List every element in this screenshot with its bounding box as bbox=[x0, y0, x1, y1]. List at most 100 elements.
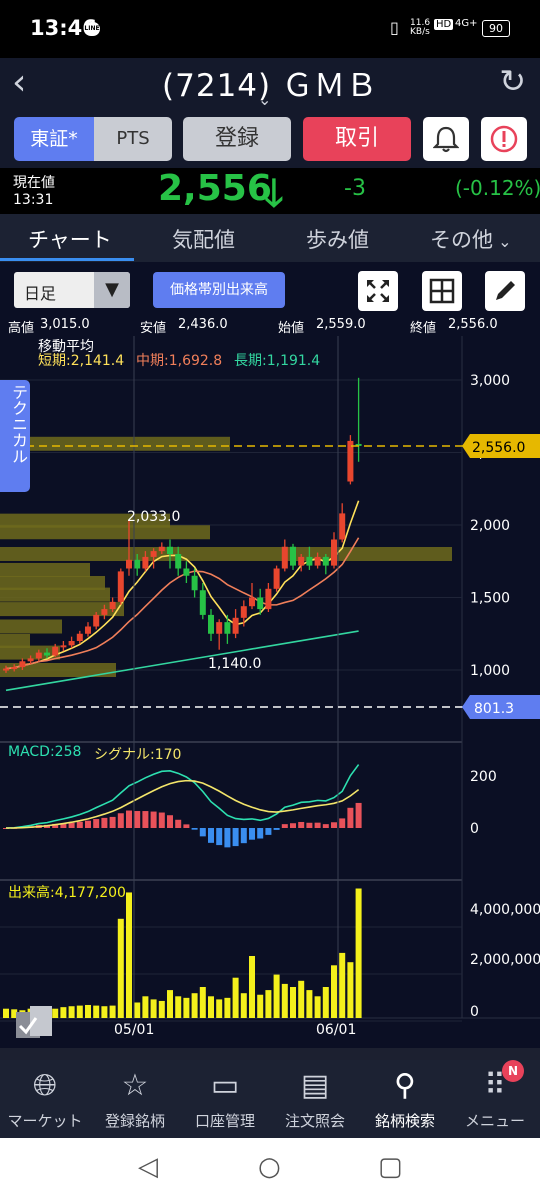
macd-histogram-bar bbox=[347, 807, 354, 828]
volume-profile-band bbox=[0, 619, 62, 634]
nav-market[interactable]: 🌐︎ マーケット bbox=[0, 1060, 90, 1138]
open-label: 始値 bbox=[278, 321, 305, 336]
volume-profile-band bbox=[0, 562, 90, 577]
macd-histogram-bar bbox=[298, 821, 305, 828]
candle-body bbox=[273, 568, 280, 589]
candle-body bbox=[35, 652, 42, 659]
trade-button[interactable]: 取引 bbox=[303, 117, 411, 161]
grid-icon bbox=[429, 278, 455, 304]
technical-side-tab-label: テクニカル bbox=[9, 384, 28, 464]
back-nav-icon[interactable]: ◁ bbox=[138, 1152, 158, 1182]
high-label: 高値 bbox=[8, 321, 35, 336]
volume-bar bbox=[93, 1005, 100, 1018]
candle-body bbox=[134, 559, 141, 569]
current-price-tag-text: 2,556.0 bbox=[472, 440, 525, 456]
volume-bar bbox=[273, 974, 280, 1018]
open-value: 2,559.0 bbox=[316, 317, 366, 332]
nav-orders[interactable]: ▤ 注文照会 bbox=[270, 1060, 360, 1138]
price-tick-label: 1,500 bbox=[470, 591, 510, 607]
dots-grid-icon: ⠿ bbox=[484, 1068, 506, 1103]
system-nav: ◁ ○ ▢ bbox=[0, 1138, 540, 1200]
volume-bar bbox=[191, 993, 198, 1018]
volume-bar bbox=[257, 994, 264, 1018]
nav-watchlist[interactable]: ☆ 登録銘柄 bbox=[90, 1060, 180, 1138]
candle-body bbox=[347, 440, 354, 482]
volume-bar bbox=[240, 993, 247, 1018]
volume-tick-label: 2,000,000 bbox=[470, 952, 540, 968]
macd-histogram-bar bbox=[265, 828, 272, 835]
annotation-low: 1,140.0 bbox=[208, 656, 262, 672]
tab-ayumi[interactable]: 歩み値 bbox=[306, 224, 369, 254]
tab-kehai[interactable]: 気配値 bbox=[172, 224, 235, 254]
chevron-down-icon[interactable]: ⌄ bbox=[258, 90, 271, 109]
macd-histogram-bar bbox=[339, 818, 346, 828]
candle-body bbox=[101, 609, 108, 615]
caret-down-icon: ▼ bbox=[94, 272, 130, 308]
macd-histogram-bar bbox=[232, 828, 239, 847]
candle-body bbox=[44, 652, 50, 656]
tab-other[interactable]: その他 ⌄ bbox=[430, 224, 512, 254]
search-icon: ⚲ bbox=[394, 1068, 416, 1103]
volume-bar bbox=[68, 1006, 75, 1018]
close-value: 2,556.0 bbox=[448, 317, 498, 332]
candle-body bbox=[191, 575, 198, 591]
status-bar: 13:46 LINE ▯ 11.6 KB/s HD 4G+ 90 bbox=[0, 0, 540, 58]
pts-button[interactable]: PTS bbox=[94, 117, 172, 161]
date-label: 05/01 bbox=[114, 1022, 155, 1038]
checklist-icon[interactable] bbox=[14, 1004, 54, 1040]
draw-button[interactable] bbox=[485, 271, 525, 311]
tosho-button[interactable]: 東証* bbox=[14, 117, 94, 161]
macd-histogram-bar bbox=[142, 811, 149, 828]
macd-tick-label: 200 bbox=[470, 769, 497, 785]
candle-body bbox=[265, 588, 272, 610]
home-icon[interactable]: ○ bbox=[258, 1152, 281, 1182]
lower-tag-text: 801.3 bbox=[474, 701, 514, 717]
volume-profile-band bbox=[0, 436, 230, 451]
macd-histogram-bar bbox=[183, 824, 190, 828]
candle-body bbox=[93, 614, 100, 627]
candle-body bbox=[117, 571, 124, 602]
volume-bar bbox=[265, 990, 272, 1018]
fullscreen-button[interactable] bbox=[358, 271, 398, 311]
candle-body bbox=[290, 546, 296, 566]
technical-side-tab[interactable]: テクニカル bbox=[0, 380, 30, 492]
info-button[interactable] bbox=[481, 117, 527, 161]
volume-bar bbox=[306, 990, 313, 1018]
volume-profile-button[interactable]: 価格帯別出来高 bbox=[153, 272, 285, 308]
volume-bar bbox=[158, 1000, 165, 1018]
candle-body bbox=[3, 668, 9, 671]
volume-bar bbox=[232, 977, 239, 1018]
macd-line bbox=[5, 764, 360, 829]
candle-body bbox=[175, 554, 182, 569]
nav-menu[interactable]: ⠿ メニュー bbox=[450, 1060, 540, 1138]
period-select[interactable]: 日足 ▼ bbox=[14, 272, 130, 308]
candle-body bbox=[281, 546, 288, 569]
tab-active-indicator bbox=[0, 258, 134, 261]
chart-svg[interactable]: 3,0002,5002,0001,5001,00020004,000,0002,… bbox=[0, 336, 540, 1048]
nav-search[interactable]: ⚲ 銘柄検索 bbox=[360, 1060, 450, 1138]
nav-account[interactable]: ▭ 口座管理 bbox=[180, 1060, 270, 1138]
volume-bar bbox=[109, 1005, 116, 1018]
macd-histogram-bar bbox=[240, 828, 247, 844]
macd-histogram-bar bbox=[101, 817, 108, 828]
register-button[interactable]: 登録 bbox=[183, 117, 291, 161]
nav-label: メニュー bbox=[464, 1112, 525, 1130]
volume-tick-label: 4,000,000 bbox=[470, 902, 540, 918]
line-app-icon: LINE bbox=[84, 22, 100, 36]
tab-chart[interactable]: チャート bbox=[28, 224, 112, 254]
macd-histogram-bar bbox=[290, 823, 296, 828]
alert-button[interactable] bbox=[423, 117, 469, 161]
candle-body bbox=[183, 568, 190, 576]
layout-button[interactable] bbox=[422, 271, 462, 311]
macd-histogram-bar bbox=[117, 813, 124, 828]
ma-long-line bbox=[5, 630, 359, 692]
bell-icon bbox=[432, 126, 460, 153]
recents-icon[interactable]: ▢ bbox=[378, 1152, 403, 1182]
volume-bar bbox=[281, 983, 288, 1018]
chart-area[interactable]: 3,0002,5002,0001,5001,00020004,000,0002,… bbox=[0, 336, 540, 1048]
refresh-icon[interactable]: ↻ bbox=[499, 62, 526, 100]
candle-body bbox=[232, 617, 239, 634]
candle-body bbox=[249, 597, 255, 607]
high-value: 3,015.0 bbox=[40, 317, 90, 332]
candle-body bbox=[150, 551, 157, 557]
